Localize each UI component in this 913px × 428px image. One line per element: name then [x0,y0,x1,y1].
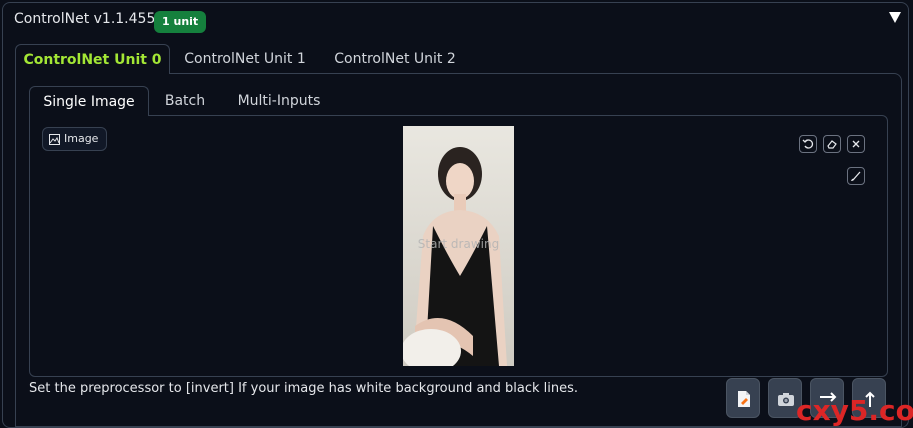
unit-count-badge: 1 unit [154,11,207,33]
tab-single-image[interactable]: Single Image [29,86,149,116]
collapse-triangle-icon[interactable] [887,9,903,25]
tab-controlnet-unit-0[interactable]: ControlNet Unit 0 [15,44,170,74]
image-input-label: Image [42,127,108,151]
eraser-button[interactable] [823,135,841,153]
tab-controlnet-unit-1[interactable]: ControlNet Unit 1 [175,44,315,74]
eraser-icon [827,140,837,149]
clear-button[interactable] [847,135,865,153]
brush-icon [851,171,861,181]
image-label-text: Image [64,132,99,145]
undo-button[interactable] [799,135,817,153]
new-canvas-button[interactable] [726,378,760,418]
panel-title[interactable]: ControlNet v1.1.455 [14,11,155,27]
new-canvas-icon [738,391,750,407]
tab-controlnet-unit-2[interactable]: ControlNet Unit 2 [325,44,465,74]
watermark-text: cxy5.com [796,394,913,427]
image-icon [49,133,60,145]
tab-multi-inputs[interactable]: Multi-Inputs [229,86,329,116]
camera-icon [778,393,794,406]
unit-tabs: ControlNet Unit 0 ControlNet Unit 1 Cont… [15,44,885,74]
tab-batch[interactable]: Batch [155,86,215,116]
close-icon [852,140,860,148]
preprocessor-hint: Set the preprocessor to [invert] If your… [29,381,579,396]
start-drawing-overlay: Start drawing [417,237,500,251]
undo-icon [802,139,814,149]
brush-button[interactable] [847,167,865,185]
